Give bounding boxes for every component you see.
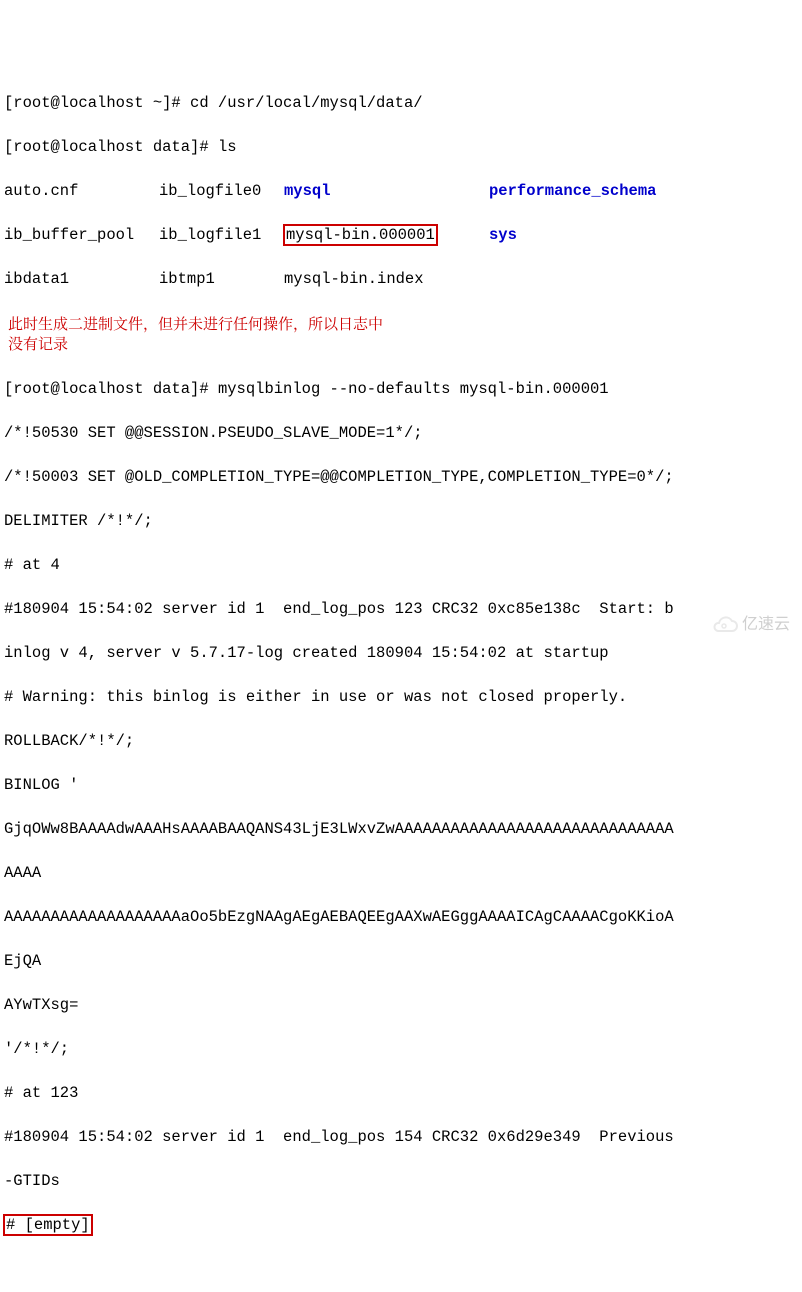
highlighted-file: mysql-bin.000001 [283, 224, 438, 246]
output-line: /*!50003 SET @OLD_COMPLETION_TYPE=@@COMP… [4, 466, 798, 488]
output-line: inlog v 4, server v 5.7.17-log created 1… [4, 642, 798, 664]
annotation-note: 此时生成二进制文件，但并未进行任何操作，所以日志中没有记录 [4, 312, 392, 356]
output-line: # Warning: this binlog is either in use … [4, 686, 798, 708]
output-line: -GTIDs [4, 1170, 798, 1192]
cmd-line-2: [root@localhost data]# ls [4, 136, 798, 158]
ls-row-1: auto.cnfib_logfile0mysqlperformance_sche… [4, 180, 798, 202]
ls-row-3: ibdata1ibtmp1mysql-bin.index [4, 268, 798, 290]
ls-file: auto.cnf [4, 180, 159, 202]
output-line: ROLLBACK/*!*/; [4, 730, 798, 752]
output-line: GjqOWw8BAAAAdwAAAHsAAAABAAQANS43LjE3LWxv… [4, 818, 798, 840]
output-line: #180904 15:54:02 server id 1 end_log_pos… [4, 598, 798, 620]
ls-row-2: ib_buffer_poolib_logfile1mysql-bin.00000… [4, 224, 798, 246]
output-line: /*!50530 SET @@SESSION.PSEUDO_SLAVE_MODE… [4, 422, 798, 444]
ls-file: ib_logfile1 [159, 224, 284, 246]
output-line: #180904 15:54:02 server id 1 end_log_pos… [4, 1126, 798, 1148]
output-line: # at 4 [4, 554, 798, 576]
prompt: [root@localhost data]# [4, 138, 218, 156]
output-line: # [empty] [4, 1214, 798, 1236]
output-line: EjQA [4, 950, 798, 972]
output-line: AYwTXsg= [4, 994, 798, 1016]
ls-dir: mysql [284, 180, 489, 202]
ls-file: ib_buffer_pool [4, 224, 159, 246]
ls-file: ibtmp1 [159, 268, 284, 290]
command-text: ls [218, 138, 237, 156]
output-line: # at 123 [4, 1082, 798, 1104]
ls-dir: sys [489, 226, 517, 244]
cmd-line-3: [root@localhost data]# mysqlbinlog --no-… [4, 378, 798, 400]
prompt: [root@localhost data]# [4, 380, 218, 398]
ls-file: mysql-bin.index [284, 270, 424, 288]
ls-file: ibdata1 [4, 268, 159, 290]
prompt: [root@localhost ~]# [4, 94, 190, 112]
output-line: AAAA [4, 862, 798, 884]
output-line: '/*!*/; [4, 1038, 798, 1060]
watermark: 亿速云 [710, 614, 790, 636]
cloud-icon [710, 616, 738, 634]
command-text: cd /usr/local/mysql/data/ [190, 94, 423, 112]
cmd-line-1: [root@localhost ~]# cd /usr/local/mysql/… [4, 92, 798, 114]
watermark-text: 亿速云 [742, 614, 790, 636]
output-line: AAAAAAAAAAAAAAAAAAAaOo5bEzgNAAgAEgAEBAQE… [4, 906, 798, 928]
ls-dir: performance_schema [489, 182, 656, 200]
command-text: mysqlbinlog --no-defaults mysql-bin.0000… [218, 380, 609, 398]
output-line: DELIMITER /*!*/; [4, 510, 798, 532]
ls-file: ib_logfile0 [159, 180, 284, 202]
highlighted-empty: # [empty] [3, 1214, 93, 1236]
output-line: BINLOG ' [4, 774, 798, 796]
